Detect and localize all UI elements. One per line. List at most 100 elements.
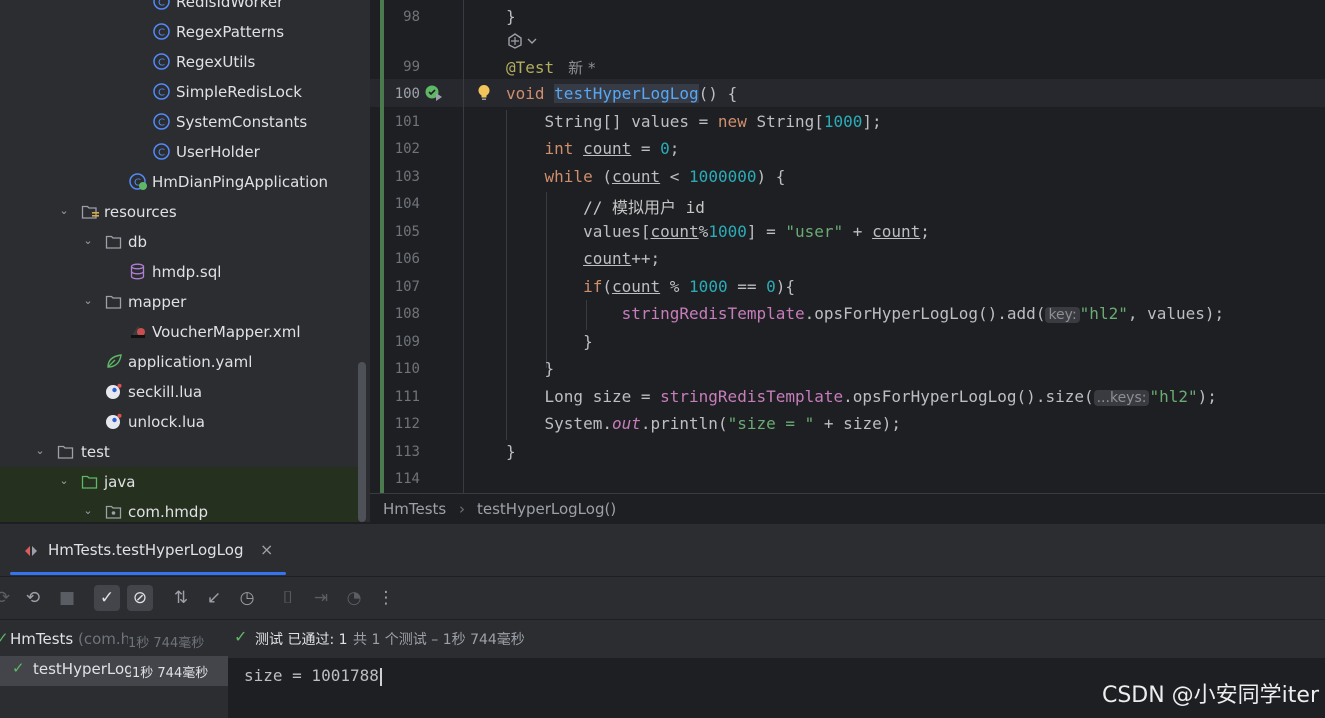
tree-item-label: SimpleRedisLock	[176, 83, 302, 101]
watermark: CSDN @小安同学iter	[1101, 683, 1319, 708]
tree-scrollbar[interactable]	[358, 362, 366, 522]
tree-item[interactable]: ⌄ java	[0, 467, 358, 497]
lua-file-icon	[105, 413, 122, 430]
tree-item[interactable]: ⌄ resources	[0, 197, 358, 227]
svg-text:C: C	[158, 88, 165, 99]
code-vision-author[interactable]: 新 *	[568, 59, 595, 77]
chevron-down-icon[interactable]: ⌄	[81, 502, 95, 520]
code-line-109: }	[506, 332, 593, 351]
tree-item[interactable]: ⌄ com.hmdp	[0, 497, 358, 522]
tree-item-label: java	[104, 473, 136, 491]
tree-item-label: application.yaml	[128, 353, 253, 371]
line-number: 111	[394, 389, 420, 405]
chevron-down-icon[interactable]: ⌄	[57, 472, 71, 490]
breadcrumb-method[interactable]: testHyperLogLog()	[477, 500, 616, 518]
mybatis-xml-icon	[129, 323, 146, 340]
tree-item[interactable]: unlock.lua	[0, 407, 358, 437]
tree-item[interactable]: ⌄ db	[0, 227, 358, 257]
gutter-separator	[463, 0, 464, 493]
line-number: 107	[394, 279, 420, 295]
param-hint: key:	[1045, 307, 1080, 323]
code-line-102: int count = 0;	[544, 139, 680, 158]
tree-item[interactable]: C RedisIdWorker	[0, 0, 358, 17]
tree-item[interactable]: C HmDianPingApplication	[0, 167, 358, 197]
line-number: 105	[394, 224, 420, 240]
lightbulb-icon[interactable]	[477, 84, 491, 106]
class-icon: C	[153, 53, 170, 70]
chevron-down-icon[interactable]: ⌄	[81, 232, 95, 250]
breadcrumb-separator-icon: ›	[459, 500, 465, 518]
lua-file-icon	[105, 383, 122, 400]
code-line-99: @Test 新 *	[506, 57, 595, 78]
line-number: 98	[403, 9, 420, 25]
test-annotation: @Test	[506, 58, 555, 77]
run-test-gutter-icon[interactable]	[425, 84, 445, 106]
suite-name: HmTests	[10, 630, 74, 648]
tree-item[interactable]: application.yaml	[0, 347, 358, 377]
spring-yaml-icon	[105, 353, 122, 370]
tree-item-label: resources	[104, 203, 177, 221]
test-duration: 1秒 744毫秒	[132, 666, 209, 681]
class-icon: C	[153, 113, 170, 130]
close-icon[interactable]: ×	[260, 540, 273, 559]
camera-icon[interactable]: ⌷	[275, 585, 301, 611]
coverage-icon[interactable]: ◔	[341, 585, 367, 611]
tree-item-label: com.hmdp	[128, 503, 208, 521]
tree-item[interactable]: C UserHolder	[0, 137, 358, 167]
test-folder-icon	[81, 473, 98, 490]
code-line-107: if(count % 1000 == 0){	[583, 277, 796, 296]
tree-item[interactable]: C RegexUtils	[0, 47, 358, 77]
export-icon[interactable]: ⇥	[308, 585, 334, 611]
tree-item[interactable]: hmdp.sql	[0, 257, 358, 287]
tree-item[interactable]: C SimpleRedisLock	[0, 77, 358, 107]
tree-item-label: mapper	[128, 293, 187, 311]
code-line-103: while (count < 1000000) {	[544, 167, 786, 186]
rerun-icon[interactable]: ⟳	[0, 585, 16, 611]
tree-item[interactable]: C RegexPatterns	[0, 17, 358, 47]
tree-item-label: hmdp.sql	[152, 263, 222, 281]
code-editor[interactable]: 98 99 100 101 102 103 104 105 106 107 10…	[370, 0, 1325, 493]
test-case-row[interactable]: ✓ testHyperLog 1秒 744毫秒	[0, 656, 228, 686]
test-suite-row[interactable]: ✓ HmTests (com.h 1秒 744毫秒	[0, 626, 228, 656]
check-icon: ✓	[234, 627, 248, 646]
folder-icon	[57, 443, 74, 460]
tree-item[interactable]: C SystemConstants	[0, 107, 358, 137]
package-icon	[105, 503, 122, 520]
show-passed-icon[interactable]: ✓	[94, 585, 120, 611]
tree-item-label: RegexUtils	[176, 53, 256, 71]
tree-item-label: UserHolder	[176, 143, 260, 161]
class-icon: C	[153, 143, 170, 160]
param-hint: ...keys:	[1093, 390, 1150, 406]
code-line-108: stringRedisTemplate.opsForHyperLogLog().…	[621, 304, 1225, 323]
tree-item[interactable]: seckill.lua	[0, 377, 358, 407]
database-icon	[129, 263, 146, 280]
code-line-112: System.out.println("size = " + size);	[506, 414, 901, 433]
tree-item[interactable]: VoucherMapper.xml	[0, 317, 358, 347]
line-number: 112	[394, 416, 420, 432]
tree-item[interactable]: ⌄ test	[0, 437, 358, 467]
history-icon[interactable]: ◷	[234, 585, 260, 611]
rerun-failed-icon[interactable]: ⟲	[20, 585, 46, 611]
chevron-down-icon[interactable]: ⌄	[81, 292, 95, 310]
active-tab-indicator	[10, 572, 286, 575]
output-line: size = 1001788	[244, 666, 379, 685]
tree-item[interactable]: ⌄ mapper	[0, 287, 358, 317]
show-ignored-icon[interactable]: ⊘	[127, 585, 153, 611]
line-number: 114	[394, 471, 420, 487]
tree-item-label: HmDianPingApplication	[152, 173, 329, 191]
sort-alphabetically-icon[interactable]: ⇅	[168, 585, 194, 611]
more-icon[interactable]: ⋮	[373, 585, 399, 611]
run-tab[interactable]: HmTests.testHyperLogLog ×	[10, 534, 286, 570]
chevron-down-icon[interactable]: ⌄	[57, 202, 71, 220]
code-line-113: }	[506, 442, 516, 461]
chevron-down-icon[interactable]: ⌄	[33, 442, 47, 460]
stop-icon[interactable]: ■	[54, 585, 80, 611]
breadcrumb: HmTests › testHyperLogLog()	[370, 493, 1325, 523]
method-name[interactable]: testHyperLogLog	[554, 84, 699, 103]
tree-item-label: seckill.lua	[128, 383, 203, 401]
collapse-all-icon[interactable]: ↙	[201, 585, 227, 611]
breadcrumb-class[interactable]: HmTests	[383, 500, 446, 518]
check-icon: ✓	[12, 659, 25, 677]
resources-folder-icon	[81, 203, 99, 220]
ai-assistant-icon[interactable]	[506, 32, 540, 54]
